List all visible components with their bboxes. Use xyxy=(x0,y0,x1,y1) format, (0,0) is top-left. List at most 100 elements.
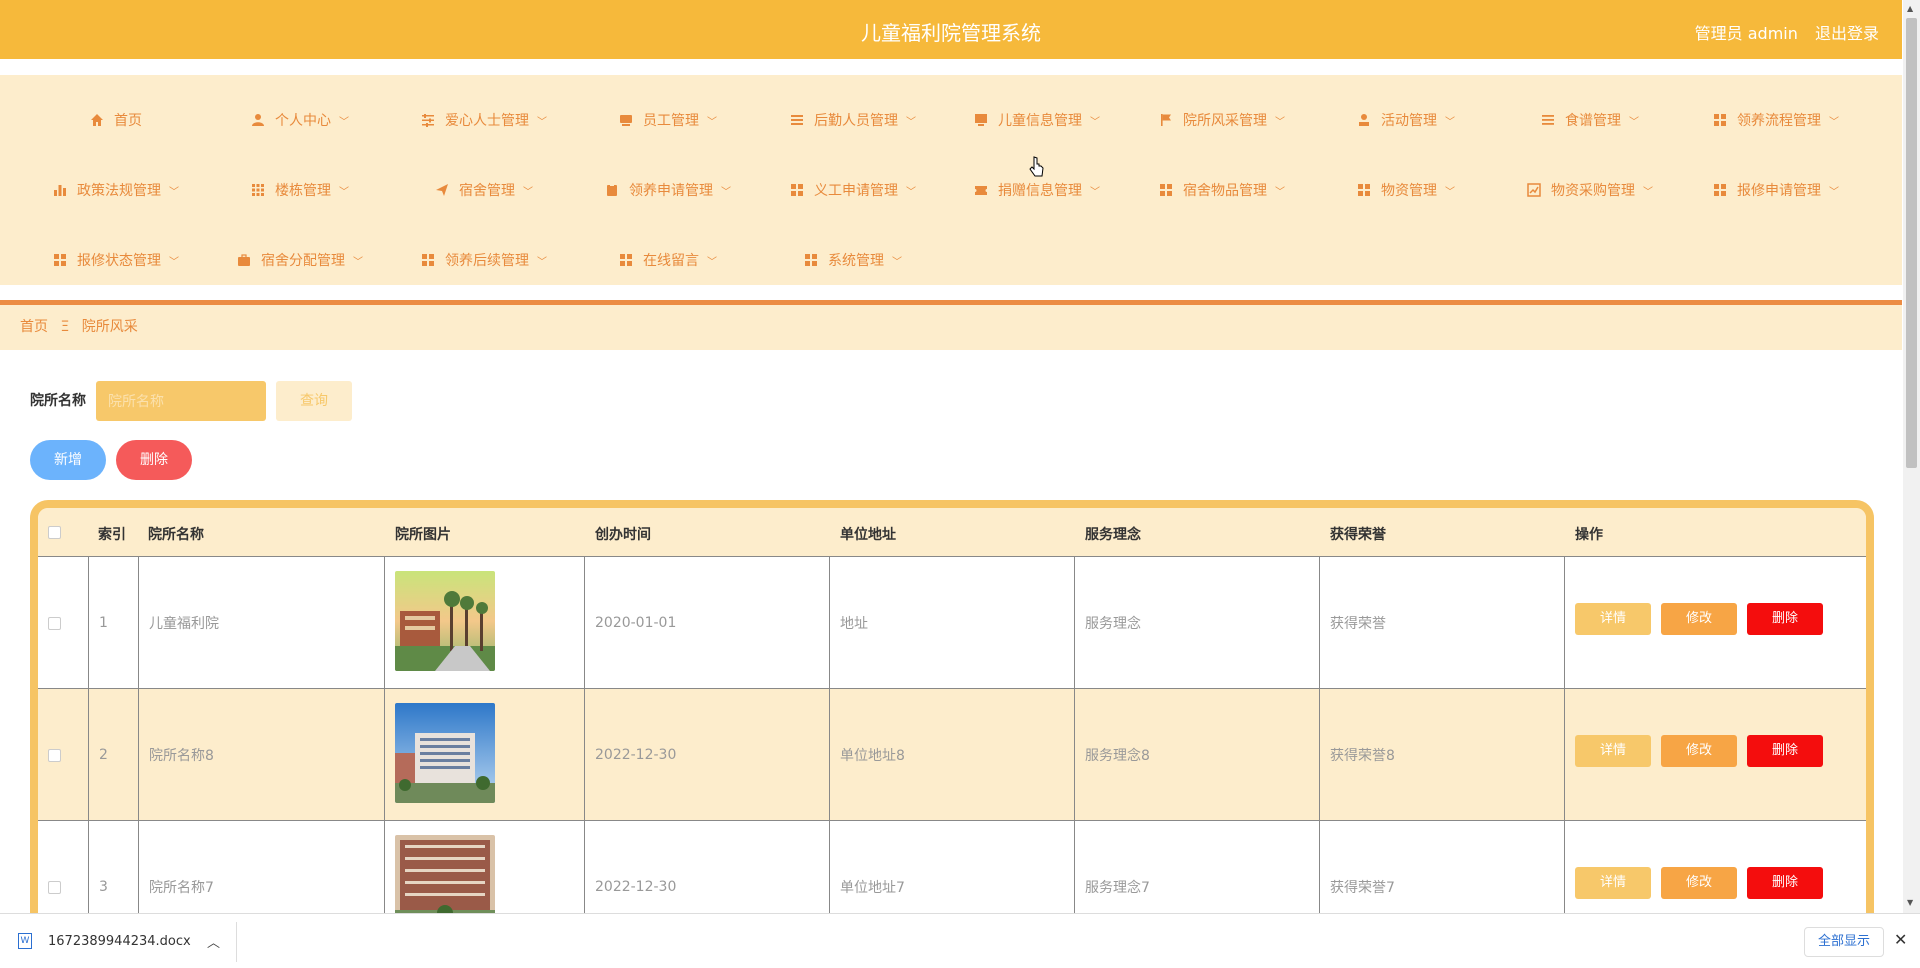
nav-item-label: 宿舍管理 xyxy=(459,183,515,199)
row-thumbnail[interactable] xyxy=(395,835,495,913)
row-idea: 服务理念7 xyxy=(1085,880,1150,896)
add-button[interactable]: 新增 xyxy=(30,440,106,480)
edit-button[interactable]: 修改 xyxy=(1661,735,1737,767)
nav-item[interactable]: 报修状态管理 ﹀ xyxy=(24,248,208,272)
briefcase-icon xyxy=(237,253,251,267)
delete-row-button[interactable]: 删除 xyxy=(1747,735,1823,767)
nav-item[interactable]: 物资采购管理 ﹀ xyxy=(1498,178,1682,202)
top-header: 儿童福利院管理系统 管理员 admin 退出登录 xyxy=(0,0,1902,59)
nav-item[interactable]: 个人中心 ﹀ xyxy=(208,108,392,132)
clipboard-icon xyxy=(605,183,619,197)
nav-item[interactable]: 在线留言 ﹀ xyxy=(576,248,760,272)
download-item[interactable]: W 1672389944234.docx xyxy=(18,933,191,949)
nav-item-label: 捐赠信息管理 xyxy=(998,183,1082,199)
delete-row-button[interactable]: 删除 xyxy=(1747,603,1823,635)
nav-item[interactable]: 首页 xyxy=(24,108,208,132)
row-date-cell: 2020-01-01 xyxy=(584,557,829,689)
row-honor-cell: 获得荣誉7 xyxy=(1319,821,1564,913)
grid-icon xyxy=(1357,183,1371,197)
delete-row-button[interactable]: 删除 xyxy=(1747,867,1823,899)
home-icon xyxy=(90,113,104,127)
row-honor: 获得荣誉7 xyxy=(1330,880,1395,896)
table-row[interactable]: 3 院所名称7 2022-12-30 单位地址7 服务理念7 获得荣誉7 详情 修改 删除 xyxy=(38,820,1866,913)
chevron-down-icon: ﹀ xyxy=(339,186,349,198)
data-table: 索引 院所名称 院所图片 创办时间 单位地址 服务理念 获得荣誉 操作 1 儿童福… xyxy=(30,500,1874,913)
nav-item-label: 食谱管理 xyxy=(1565,113,1621,129)
user-area: 管理员 admin 退出登录 xyxy=(1683,20,1879,44)
row-image-cell xyxy=(384,557,584,689)
select-all-checkbox[interactable] xyxy=(48,526,61,539)
row-honor-cell: 获得荣誉 xyxy=(1319,557,1564,689)
row-checkbox[interactable] xyxy=(48,881,61,894)
vertical-scrollbar[interactable]: ▲ ▼ xyxy=(1903,0,1920,913)
row-address: 单位地址7 xyxy=(840,880,905,896)
row-name-cell: 院所名称7 xyxy=(138,821,384,913)
scrollbar-thumb[interactable] xyxy=(1906,18,1917,468)
edit-button[interactable]: 修改 xyxy=(1661,867,1737,899)
nav-item-label: 爱心人士管理 xyxy=(445,113,529,129)
scroll-up-icon[interactable]: ▲ xyxy=(1907,4,1913,13)
app-title: 儿童福利院管理系统 xyxy=(861,21,1041,45)
mouse-cursor-icon xyxy=(1029,156,1044,177)
breadcrumb-home[interactable]: 首页 xyxy=(20,319,48,335)
nav-item[interactable]: 员工管理 ﹀ xyxy=(576,108,760,132)
send-icon xyxy=(435,183,449,197)
row-index: 1 xyxy=(99,615,108,631)
flag-icon xyxy=(1159,113,1173,127)
detail-button[interactable]: 详情 xyxy=(1575,867,1651,899)
column-header-address: 单位地址 xyxy=(840,527,896,543)
nav-item[interactable]: 宿舍管理 ﹀ xyxy=(392,178,576,202)
table-row[interactable]: 1 儿童福利院 2020-01-01 地址 服务理念 获得荣誉 详情 修改 删除 xyxy=(38,556,1866,689)
nav-item[interactable]: 爱心人士管理 ﹀ xyxy=(392,108,576,132)
user-name: 管理员 admin xyxy=(1694,24,1798,43)
table-row[interactable]: 2 院所名称8 2022-12-30 单位地址8 服务理念8 获得荣誉8 详情 修改 删除 xyxy=(38,688,1866,821)
table-header: 索引 院所名称 院所图片 创办时间 单位地址 服务理念 获得荣誉 操作 xyxy=(38,508,1866,556)
nav-item[interactable]: 后勤人员管理 ﹀ xyxy=(761,108,945,132)
nav-item[interactable]: 宿舍物品管理 ﹀ xyxy=(1130,178,1314,202)
nav-item-label: 个人中心 xyxy=(275,113,331,129)
main-nav: 首页 个人中心 ﹀ 爱心人士管理 ﹀ 员工管理 ﹀ 后勤人员管理 ﹀ 儿童信息管理 ﹀ 院所风采管理 ﹀… xyxy=(0,75,1902,285)
scroll-down-icon[interactable]: ▼ xyxy=(1907,898,1913,907)
search-input[interactable] xyxy=(96,381,266,421)
nav-item[interactable]: 儿童信息管理 ﹀ xyxy=(945,108,1129,132)
nav-item[interactable]: 报修申请管理 ﹀ xyxy=(1684,178,1868,202)
batch-delete-button[interactable]: 删除 xyxy=(116,440,192,480)
row-index: 2 xyxy=(99,747,108,763)
row-address-cell: 单位地址7 xyxy=(829,821,1074,913)
logout-link[interactable]: 退出登录 xyxy=(1815,24,1879,43)
row-thumbnail[interactable] xyxy=(395,703,495,807)
detail-button[interactable]: 详情 xyxy=(1575,735,1651,767)
nav-item[interactable]: 宿舍分配管理 ﹀ xyxy=(208,248,392,272)
chevron-down-icon: ﹀ xyxy=(1275,116,1285,128)
grid-icon xyxy=(1713,183,1727,197)
row-thumbnail[interactable] xyxy=(395,571,495,675)
detail-button[interactable]: 详情 xyxy=(1575,603,1651,635)
nav-item-label: 楼栋管理 xyxy=(275,183,331,199)
nav-item[interactable]: 政策法规管理 ﹀ xyxy=(24,178,208,202)
chevron-up-icon[interactable]: ︿ xyxy=(207,932,220,951)
nav-item[interactable]: 食谱管理 ﹀ xyxy=(1498,108,1682,132)
nav-item[interactable]: 系统管理 ﹀ xyxy=(761,248,945,272)
row-image-cell xyxy=(384,689,584,821)
search-button[interactable]: 查询 xyxy=(276,381,352,421)
show-all-button[interactable]: 全部显示 xyxy=(1804,927,1884,957)
nav-item[interactable]: 院所风采管理 ﹀ xyxy=(1130,108,1314,132)
nav-item[interactable]: 领养流程管理 ﹀ xyxy=(1684,108,1868,132)
nav-item[interactable]: 活动管理 ﹀ xyxy=(1314,108,1498,132)
row-idea: 服务理念 xyxy=(1085,616,1141,632)
nav-item[interactable]: 楼栋管理 ﹀ xyxy=(208,178,392,202)
close-icon[interactable]: ✕ xyxy=(1894,930,1907,949)
row-name: 院所名称7 xyxy=(149,880,214,896)
nav-item[interactable]: 捐赠信息管理 ﹀ xyxy=(945,178,1129,202)
chevron-down-icon: ﹀ xyxy=(1829,186,1839,198)
chevron-down-icon: ﹀ xyxy=(721,186,731,198)
row-checkbox[interactable] xyxy=(48,749,61,762)
breadcrumb: 首页 Ξ 院所风采 xyxy=(0,305,1902,350)
nav-item[interactable]: 领养后续管理 ﹀ xyxy=(392,248,576,272)
nav-item[interactable]: 义工申请管理 ﹀ xyxy=(761,178,945,202)
chevron-down-icon: ﹀ xyxy=(1445,186,1455,198)
row-checkbox[interactable] xyxy=(48,617,61,630)
nav-item[interactable]: 物资管理 ﹀ xyxy=(1314,178,1498,202)
edit-button[interactable]: 修改 xyxy=(1661,603,1737,635)
nav-item[interactable]: 领养申请管理 ﹀ xyxy=(576,178,760,202)
